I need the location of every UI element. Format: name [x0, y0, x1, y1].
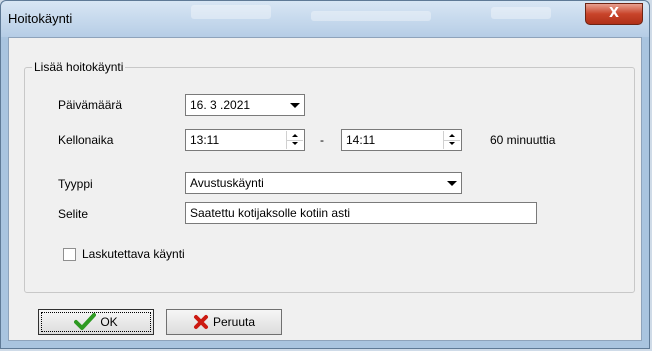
chevron-down-icon[interactable] [443, 174, 460, 192]
note-label: Selite [58, 207, 89, 221]
start-time-spinner[interactable] [286, 131, 303, 149]
note-value: Saatettu kotijaksolle kotiin asti [190, 206, 351, 220]
billable-label[interactable]: Laskutettava käynti [82, 247, 185, 261]
start-time-input[interactable]: 13:11 [185, 129, 305, 151]
background-blur [491, 7, 551, 19]
type-label: Tyyppi [58, 177, 93, 191]
window-title: Hoitokäynti [8, 11, 73, 26]
close-icon: X [608, 6, 620, 21]
end-time-input[interactable]: 14:11 [341, 129, 462, 151]
date-picker[interactable]: 16. 3 .2021 [185, 94, 305, 116]
group-legend: Lisää hoitokäynti [32, 60, 126, 74]
x-icon [193, 315, 208, 329]
start-time-value: 13:11 [190, 133, 220, 147]
cancel-label: Peruuta [212, 315, 256, 329]
ok-button[interactable]: OK [38, 309, 154, 335]
chevron-down-icon[interactable] [286, 96, 303, 114]
background-blur [191, 5, 271, 19]
end-time-spinner[interactable] [443, 131, 460, 149]
background-blur [311, 11, 431, 21]
cancel-button[interactable]: Peruuta [166, 309, 282, 335]
type-select[interactable]: Avustuskäynti [185, 172, 462, 194]
close-button[interactable]: X [585, 3, 643, 25]
type-value: Avustuskäynti [190, 176, 264, 190]
billable-checkbox[interactable] [63, 248, 76, 261]
spin-down-icon[interactable] [444, 140, 460, 149]
note-input[interactable]: Saatettu kotijaksolle kotiin asti [185, 202, 537, 224]
date-value: 16. 3 .2021 [190, 98, 251, 112]
date-label: Päivämäärä [58, 98, 123, 112]
ok-label: OK [100, 315, 118, 329]
title-bar[interactable]: Hoitokäynti X [1, 1, 649, 37]
duration-text: 60 minuuttia [490, 133, 556, 147]
check-icon [74, 313, 97, 330]
time-separator: - [320, 133, 324, 147]
end-time-value: 14:11 [346, 133, 376, 147]
spin-down-icon[interactable] [287, 140, 303, 149]
time-label: Kellonaika [58, 133, 114, 147]
